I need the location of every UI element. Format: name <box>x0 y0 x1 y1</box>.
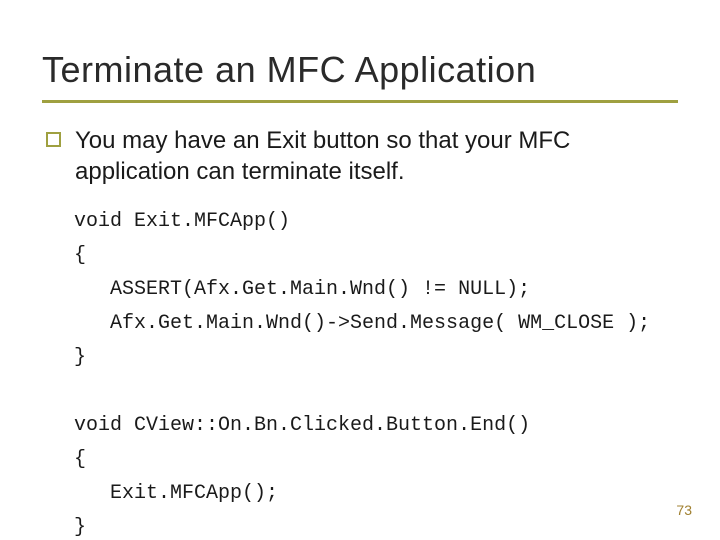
code-block: void Exit.MFCApp() { ASSERT(Afx.Get.Main… <box>74 205 678 540</box>
square-bullet-icon <box>46 132 61 147</box>
slide-body: You may have an Exit button so that your… <box>42 125 678 540</box>
slide: Terminate an MFC Application You may hav… <box>0 0 720 540</box>
bullet-item: You may have an Exit button so that your… <box>46 125 678 187</box>
page-title: Terminate an MFC Application <box>42 50 678 90</box>
title-underline <box>42 100 678 103</box>
bullet-text: You may have an Exit button so that your… <box>75 125 678 187</box>
page-number: 73 <box>676 502 692 518</box>
